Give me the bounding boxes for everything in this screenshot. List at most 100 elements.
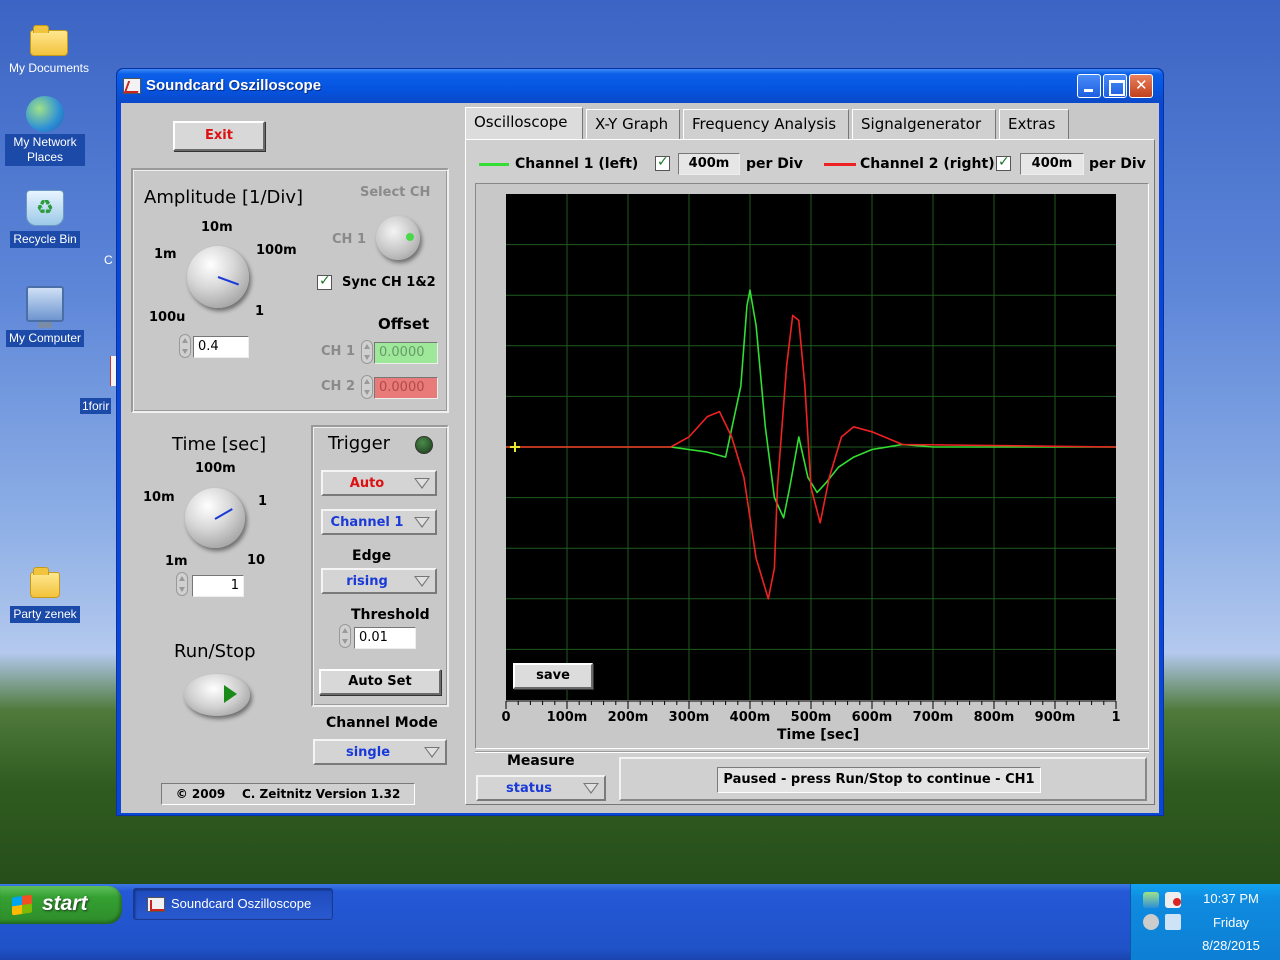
amp-scale-1: 1 [255, 304, 265, 319]
measure-value: status [506, 781, 552, 796]
desktop-icon-label: My Network Places [5, 134, 85, 166]
measure-label: Measure [507, 753, 575, 769]
x-tick-label: 900m [1034, 710, 1076, 725]
offset-ch2-label: CH 2 [321, 379, 355, 394]
tab-signalgenerator[interactable]: Signalgenerator [852, 109, 996, 139]
knob-pointer [214, 508, 233, 520]
sync-label: Sync CH 1&2 [342, 275, 436, 290]
title-bar[interactable]: Soundcard Oszilloscope [117, 69, 1163, 103]
time-title: Time [sec] [172, 434, 267, 455]
amplitude-knob[interactable] [187, 246, 249, 308]
maximize-button[interactable] [1103, 74, 1127, 98]
amp-scale-10m: 10m [201, 220, 233, 235]
time-scale-10m: 10m [143, 490, 175, 505]
threshold-spin[interactable] [339, 624, 351, 648]
network-alert-icon[interactable] [1165, 892, 1181, 908]
time-value-field[interactable]: 1 [192, 575, 244, 597]
tab-frequency-analysis[interactable]: Frequency Analysis [683, 109, 849, 139]
tab-extras[interactable]: Extras [999, 109, 1069, 139]
computer-icon [26, 286, 64, 328]
ch1-enable-checkbox[interactable] [655, 154, 670, 171]
offset-ch2-field[interactable]: 0.0000 [374, 377, 438, 399]
minimize-button[interactable] [1077, 74, 1101, 98]
ch2-scale-field[interactable]: 400m [1020, 153, 1084, 175]
chevron-down-icon [583, 783, 599, 794]
trigger-group [311, 425, 449, 707]
x-tick-label: 500m [790, 710, 832, 725]
offset-ch2-spin[interactable] [361, 375, 373, 399]
select-channel-knob[interactable] [376, 216, 420, 260]
trigger-mode-value: Auto [349, 476, 385, 491]
window-client-area: Exit Amplitude [1/Div] Select CH 10m 1m … [121, 103, 1159, 813]
volume-icon[interactable] [1143, 914, 1159, 930]
oscilloscope-plot[interactable] [506, 194, 1116, 700]
status-text: Paused - press Run/Stop to continue - CH… [717, 767, 1041, 793]
desktop-icon-recycle-bin[interactable]: Recycle Bin [0, 190, 93, 248]
time-scale-10: 10 [247, 553, 266, 568]
trigger-edge-dropdown[interactable]: rising [321, 568, 437, 594]
folder-icon [30, 25, 68, 56]
threshold-field[interactable]: 0.01 [354, 627, 416, 649]
clock-date: 8/28/2015 [1202, 938, 1260, 953]
time-scale-1: 1 [258, 494, 268, 509]
desktop-icon-label: My Computer [5, 330, 85, 347]
desktop-icon-label: Recycle Bin [10, 231, 80, 248]
runstop-button[interactable] [184, 674, 250, 716]
clock-time[interactable]: 10:37 PM [1191, 891, 1271, 906]
ch2-enable-checkbox[interactable] [996, 154, 1011, 171]
start-button[interactable]: start [0, 886, 122, 924]
amplitude-spin-control[interactable] [179, 334, 191, 358]
system-tray: 10:37 PM Friday 8/28/2015 [1130, 884, 1280, 960]
clock-day: Friday [1212, 915, 1250, 930]
x-tick-label: 1 [1111, 710, 1121, 725]
threshold-label: Threshold [351, 607, 430, 623]
taskbar-item-soundcard-oszilloscope[interactable]: Soundcard Oszilloscope [133, 888, 333, 920]
ch2-label: Channel 2 (right) [860, 156, 995, 172]
trigger-mode-dropdown[interactable]: Auto [321, 470, 437, 496]
app-window: Soundcard Oszilloscope Exit Amplitude [1… [116, 68, 1164, 816]
close-button[interactable] [1129, 74, 1153, 98]
amp-scale-100u: 100u [149, 310, 186, 325]
measure-separator [475, 751, 1149, 753]
safely-remove-icon[interactable] [1165, 914, 1181, 930]
select-ch1-label: CH 1 [332, 232, 366, 247]
scope-x-axis-title: Time [sec] [777, 727, 860, 743]
save-button[interactable]: save [513, 663, 593, 689]
exit-button[interactable]: Exit [173, 121, 265, 151]
x-tick-label: 800m [973, 710, 1015, 725]
runstop-label: Run/Stop [174, 641, 256, 662]
time-knob[interactable] [185, 488, 245, 548]
partial-desktop-label: C [104, 253, 113, 267]
desktop-icon-my-network-places[interactable]: My Network Places [0, 96, 93, 166]
select-ch-label: Select CH [360, 185, 431, 200]
autoset-button[interactable]: Auto Set [319, 669, 441, 695]
trigger-channel-dropdown[interactable]: Channel 1 [321, 509, 437, 535]
desktop-icon-my-computer[interactable]: My Computer [0, 286, 93, 347]
offset-ch1-field[interactable]: 0.0000 [374, 342, 438, 364]
ch2-per-div-label: per Div [1089, 156, 1146, 172]
copyright-box: © 2009 C. Zeitnitz Version 1.32 [161, 783, 415, 805]
start-label: start [42, 892, 88, 915]
trigger-led [415, 436, 433, 454]
amplitude-value-field[interactable]: 0.4 [193, 336, 249, 358]
time-spin-control[interactable] [176, 572, 188, 596]
measure-dropdown[interactable]: status [476, 775, 606, 801]
tab-oscilloscope[interactable]: Oscilloscope [465, 107, 583, 141]
knob-indicator [406, 233, 414, 241]
time-scale-100m: 100m [195, 461, 236, 476]
amplitude-title: Amplitude [1/Div] [144, 187, 304, 208]
desktop-icon-my-documents[interactable]: My Documents [1, 22, 97, 77]
tab-xy-graph[interactable]: X-Y Graph [586, 109, 680, 139]
ch1-per-div-label: per Div [746, 156, 803, 172]
channel-mode-dropdown[interactable]: single [313, 739, 447, 765]
ch2-legend-line [824, 163, 856, 166]
sync-checkbox[interactable] [317, 273, 332, 290]
windows-logo-icon [12, 894, 32, 916]
desktop-icon-party-zenek[interactable]: Party zenek [0, 566, 93, 623]
offset-ch1-spin[interactable] [361, 340, 373, 364]
network-icon[interactable] [1143, 892, 1159, 908]
ch1-scale-field[interactable]: 400m [678, 153, 740, 175]
taskbar-item-label: Soundcard Oszilloscope [171, 896, 312, 911]
desktop-icon-label: Party zenek [10, 606, 80, 623]
x-tick-label: 600m [851, 710, 893, 725]
